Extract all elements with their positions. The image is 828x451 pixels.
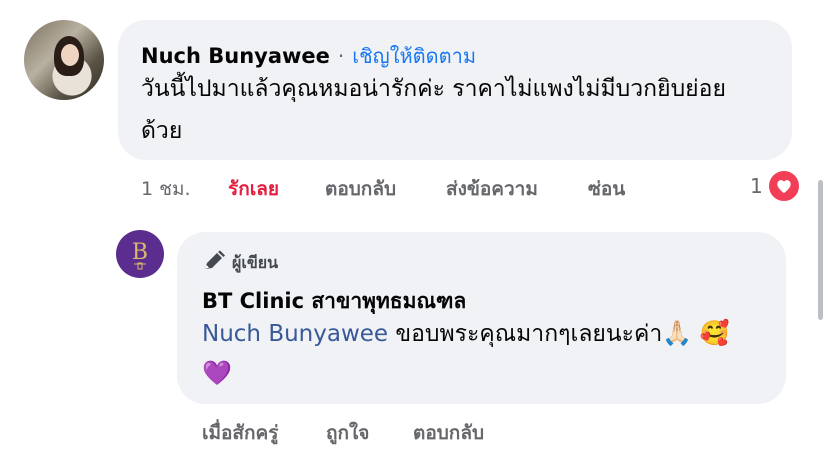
comment-reply-button[interactable]: ตอบกลับ: [325, 174, 396, 204]
smiling-hearts-emoji: 🥰: [699, 319, 730, 347]
comment-author-name[interactable]: Nuch Bunyawee: [141, 44, 330, 68]
separator-dot: ·: [337, 44, 345, 68]
comment-text-line-1: วันนี้ไปมาแล้วคุณหมอน่ารักค่ะ ราคาไม่แพง…: [141, 76, 726, 102]
page-avatar[interactable]: B: [116, 230, 164, 278]
svg-text:B: B: [132, 240, 148, 265]
comment-text-line-2: ด้วย: [141, 118, 183, 144]
comment-hide-button[interactable]: ซ่อน: [588, 174, 625, 204]
mention-link[interactable]: Nuch Bunyawee: [202, 321, 388, 347]
reply-timestamp[interactable]: เมื่อสักครู่: [202, 418, 278, 448]
commenter-avatar[interactable]: [24, 20, 104, 100]
purple-heart-emoji: 💜: [202, 359, 232, 387]
comment-love-button[interactable]: รักเลย: [228, 174, 279, 204]
comment-timestamp[interactable]: 1 ชม.: [141, 174, 191, 204]
folded-hands-emoji: 🙏🏻: [662, 319, 693, 347]
comment-reaction-summary[interactable]: 1: [750, 169, 801, 203]
author-badge-label: ผู้เขียน: [232, 252, 279, 272]
reply-like-button[interactable]: ถูกใจ: [326, 418, 369, 448]
reply-text-line-2: 💜: [202, 352, 232, 395]
comment-message-button[interactable]: ส่งข้อความ: [446, 174, 538, 204]
reply-message: ขอบพระคุณมากๆเลยนะค่า: [388, 321, 663, 347]
heart-icon: [766, 169, 801, 203]
author-badge: ผู้เขียน: [202, 250, 278, 276]
pencil-icon: [202, 250, 226, 276]
reaction-count: 1: [750, 174, 763, 198]
reply-reply-button[interactable]: ตอบกลับ: [413, 418, 484, 448]
reply-text: Nuch Bunyawee ขอบพระคุณมากๆเลยนะค่า🙏🏻 🥰: [202, 312, 729, 355]
scrollbar-thumb[interactable]: [818, 180, 823, 320]
